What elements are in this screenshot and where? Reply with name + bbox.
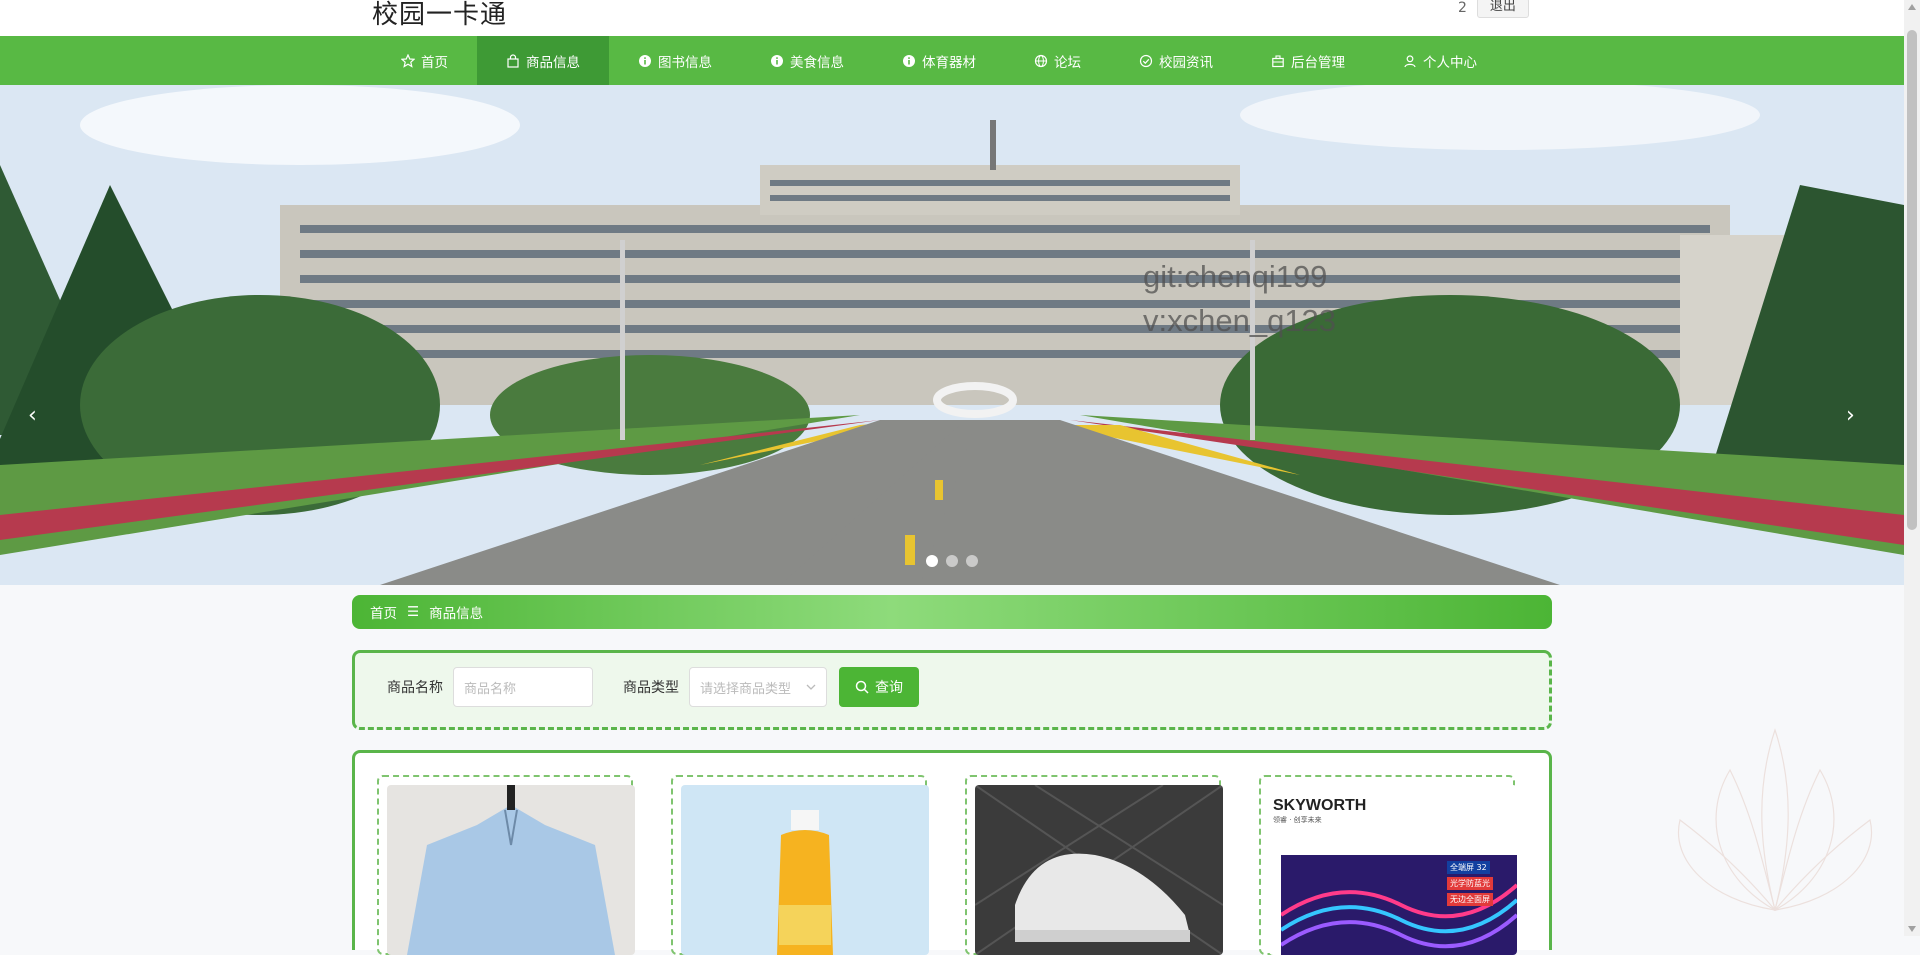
search-panel: 商品名称 商品名称 商品类型 请选择商品类型 查询 (352, 650, 1552, 730)
star-icon (401, 53, 415, 68)
chevron-down-icon (806, 684, 816, 690)
tv-brand-sub: 领睿 · 创享未来 (1273, 816, 1322, 824)
username-label[interactable]: 2 (1458, 0, 1467, 16)
search-button-label: 查询 (875, 680, 903, 696)
carousel-dot[interactable] (926, 555, 938, 567)
page-scrollbar[interactable] (1904, 0, 1920, 936)
search-button[interactable]: 查询 (839, 667, 919, 707)
user-icon (1403, 54, 1417, 68)
globe-icon (1034, 54, 1048, 68)
product-image-shirt[interactable] (387, 785, 635, 955)
product-card[interactable]: SKYWORTH 领睿 · 创享未来 全端屏 32 光学防蓝光 无边全面屏 (1259, 775, 1517, 955)
scroll-down-arrow[interactable] (1908, 926, 1916, 932)
nav-item-label: 体育器材 (922, 54, 976, 71)
tv-tag-screen: 全端屏 32 (1447, 861, 1490, 874)
nav-item-label: 论坛 (1054, 54, 1081, 71)
nav-item-3[interactable]: 美食信息 (741, 36, 873, 85)
breadcrumb-current: 商品信息 (429, 606, 484, 622)
user-area: 2 退出 (1458, 0, 1529, 18)
nav-item-0[interactable]: 首页 (372, 36, 477, 85)
product-image-sneaker[interactable] (975, 785, 1223, 955)
lotus-decoration (1677, 728, 1873, 912)
nav-item-6[interactable]: 校园资讯 (1110, 36, 1242, 85)
tv-brand-label: SKYWORTH (1273, 797, 1367, 814)
logout-button[interactable]: 退出 (1476, 0, 1529, 18)
check-circle-icon (1139, 54, 1153, 68)
product-card[interactable] (377, 775, 635, 955)
nav-item-8[interactable]: 个人中心 (1374, 36, 1506, 85)
tv-tag-fullscreen: 无边全面屏 (1447, 893, 1493, 906)
bag-icon (506, 53, 520, 68)
product-name-placeholder: 商品名称 (464, 681, 517, 697)
info-icon (638, 54, 652, 68)
carousel-next-arrow[interactable]: › (1846, 403, 1855, 428)
product-card[interactable] (965, 775, 1223, 955)
nav-item-label: 美食信息 (790, 54, 844, 71)
main-nav: 首页 商品信息 图书信息 美食信息 体育器材 论坛 校园资讯 后台管理 个人中心 (0, 36, 1904, 85)
product-card[interactable] (671, 775, 929, 955)
watermark-text: git:chenqi199 v:xchen_q123 (1143, 255, 1336, 343)
info-icon (770, 54, 784, 68)
carousel-dot[interactable] (966, 555, 978, 567)
menu-icon: ☰ (407, 604, 420, 620)
briefcase-icon (1271, 54, 1285, 68)
nav-item-1[interactable]: 商品信息 (477, 36, 609, 85)
carousel-dots (926, 555, 978, 567)
watermark-line-2: v:xchen_q123 (1143, 303, 1337, 338)
top-header: 校园一卡通 2 退出 (0, 0, 1904, 36)
product-type-label: 商品类型 (623, 680, 679, 696)
tv-tag-bluelight: 光学防蓝光 (1447, 877, 1493, 890)
scroll-up-arrow[interactable] (1908, 4, 1916, 10)
carousel-prev-arrow[interactable]: ‹ (28, 403, 37, 428)
product-image-tv[interactable]: SKYWORTH 领睿 · 创享未来 全端屏 32 光学防蓝光 无边全面屏 (1269, 785, 1517, 955)
search-icon (855, 680, 869, 694)
scroll-thumb[interactable] (1907, 30, 1917, 530)
product-list-panel: SKYWORTH 领睿 · 创享未来 全端屏 32 光学防蓝光 无边全面屏 (352, 750, 1552, 955)
nav-item-4[interactable]: 体育器材 (873, 36, 1005, 85)
info-icon (902, 54, 916, 68)
product-type-placeholder: 请选择商品类型 (700, 681, 792, 697)
product-name-input[interactable]: 商品名称 (453, 667, 593, 707)
watermark-line-1: git:chenqi199 (1143, 259, 1328, 294)
nav-item-label: 个人中心 (1423, 54, 1477, 71)
nav-item-2[interactable]: 图书信息 (609, 36, 741, 85)
nav-item-7[interactable]: 后台管理 (1242, 36, 1374, 85)
breadcrumb: 首页 ☰ 商品信息 (352, 595, 1552, 629)
carousel-dot[interactable] (946, 555, 958, 567)
product-image-juice[interactable] (681, 785, 929, 955)
banner-carousel[interactable]: git:chenqi199 v:xchen_q123 ‹ › (0, 85, 1904, 585)
nav-item-label: 后台管理 (1291, 54, 1345, 71)
product-name-label: 商品名称 (387, 680, 443, 696)
product-type-select[interactable]: 请选择商品类型 (689, 667, 827, 707)
nav-item-label: 校园资讯 (1159, 54, 1213, 71)
breadcrumb-home[interactable]: 首页 (370, 602, 397, 622)
nav-item-label: 图书信息 (658, 54, 712, 71)
nav-item-5[interactable]: 论坛 (1005, 36, 1110, 85)
site-title: 校园一卡通 (372, 0, 508, 30)
campus-building-photo (0, 85, 1904, 585)
nav-item-label: 首页 (421, 54, 448, 71)
nav-item-label: 商品信息 (526, 54, 580, 71)
